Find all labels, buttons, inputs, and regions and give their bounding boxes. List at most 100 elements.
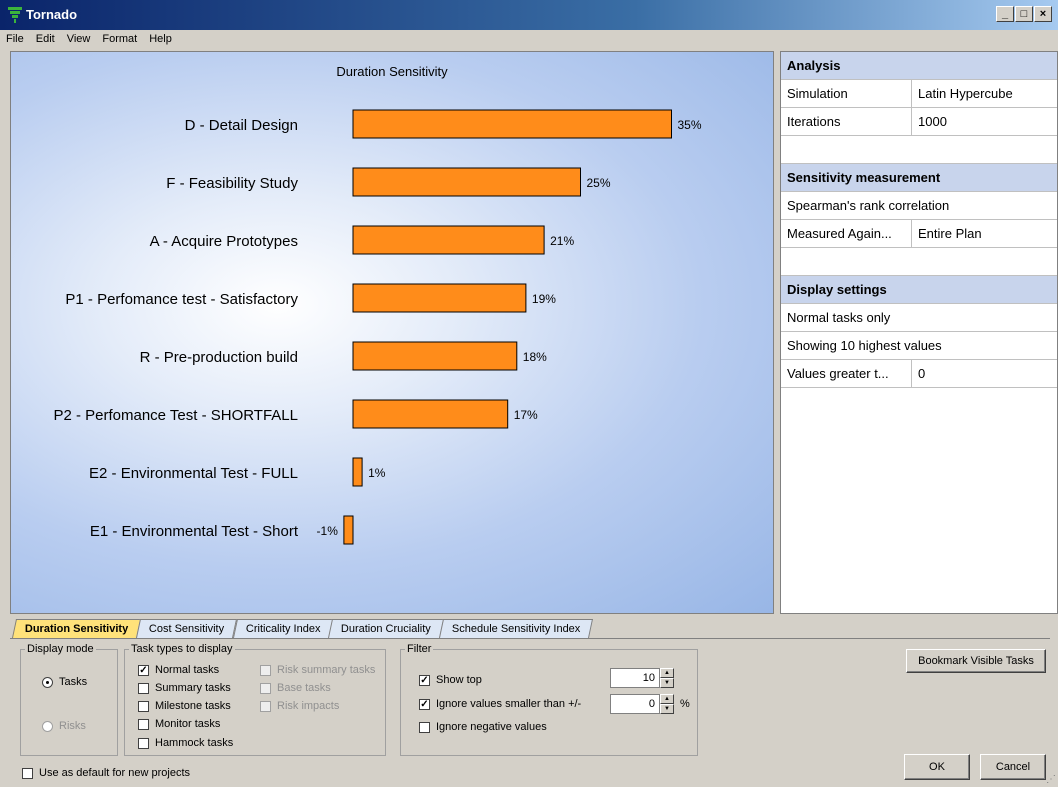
bar[interactable]	[352, 399, 509, 429]
values-greater-value[interactable]: 0	[912, 360, 925, 387]
tab-divider	[10, 638, 1050, 639]
tab-label: Duration Sensitivity	[24, 623, 129, 635]
value-label: 17%	[514, 408, 538, 422]
tab-duration-cruciality[interactable]: Duration Cruciality	[328, 619, 444, 638]
use-as-default-checkbox[interactable]: Use as default for new projects	[22, 767, 190, 779]
display-line-row: Showing 10 highest values	[781, 332, 1057, 360]
risks-radio-label: Risks	[59, 720, 86, 732]
category-label: P2 - Perfomance Test - SHORTFALL	[53, 407, 298, 424]
base-tasks-label: Base tasks	[277, 682, 331, 694]
risk-impacts-checkbox[interactable]: Risk impacts	[260, 700, 339, 712]
use-as-default-label: Use as default for new projects	[39, 767, 191, 779]
spin-down-icon[interactable]: ▼	[660, 678, 674, 688]
maximize-button[interactable]: □	[1015, 6, 1033, 22]
bar[interactable]	[352, 283, 527, 313]
display-mode-group: Display mode	[20, 643, 118, 756]
tasks-radio-label: Tasks	[59, 676, 88, 688]
percent-text: %	[680, 698, 690, 710]
resize-grip-icon[interactable]: ⋰	[1046, 774, 1056, 785]
menu-view[interactable]: View	[61, 30, 97, 45]
menu-format[interactable]: Format	[96, 30, 143, 45]
ignore-smaller-checkbox[interactable]: ✓ Ignore values smaller than +/-	[419, 698, 581, 710]
ok-button[interactable]: OK	[904, 754, 970, 780]
menu-edit[interactable]: Edit	[30, 30, 61, 45]
value-label: 18%	[523, 350, 547, 364]
values-greater-label: Values greater t...	[781, 360, 912, 387]
measured-against-row: Measured Again... Entire Plan	[781, 220, 1057, 248]
measured-against-value[interactable]: Entire Plan	[912, 220, 982, 247]
summary-tasks-label: Summary tasks	[155, 682, 231, 694]
normal-tasks-checkbox[interactable]: ✓ Normal tasks	[138, 664, 219, 676]
display-line: Normal tasks only	[787, 310, 891, 325]
bookmark-visible-tasks-button[interactable]: Bookmark Visible Tasks	[906, 649, 1046, 673]
category-label: E2 - Environmental Test - FULL	[89, 465, 298, 482]
base-tasks-checkbox[interactable]: Base tasks	[260, 682, 331, 694]
risk-summary-tasks-label: Risk summary tasks	[277, 664, 376, 676]
spin-down-icon[interactable]: ▼	[660, 704, 674, 714]
normal-tasks-label: Normal tasks	[155, 664, 220, 676]
category-label: P1 - Perfomance test - Satisfactory	[65, 291, 298, 308]
iterations-label: Iterations	[781, 108, 912, 135]
show-top-stepper[interactable]: ▲▼	[610, 668, 674, 688]
tab-strip: Duration Sensitivity Cost Sensitivity Cr…	[11, 619, 594, 639]
tab-criticality-index[interactable]: Criticality Index	[232, 619, 334, 638]
close-button[interactable]: ×	[1034, 6, 1052, 22]
show-top-checkbox[interactable]: ✓ Show top	[419, 674, 482, 686]
ignore-negative-label: Ignore negative values	[436, 721, 547, 733]
risks-radio[interactable]: Risks	[42, 720, 86, 732]
tab-schedule-sensitivity-index[interactable]: Schedule Sensitivity Index	[438, 619, 594, 638]
tab-duration-sensitivity[interactable]: Duration Sensitivity	[11, 619, 142, 638]
analysis-header: Analysis	[781, 52, 1057, 80]
display-line-row: Normal tasks only	[781, 304, 1057, 332]
bar[interactable]	[352, 109, 672, 139]
menu-file[interactable]: File	[0, 30, 30, 45]
minimize-button[interactable]: _	[996, 6, 1014, 22]
checkbox-disabled-icon	[260, 700, 271, 712]
tornado-app-icon	[8, 7, 22, 23]
simulation-label: Simulation	[781, 80, 912, 107]
window-title: Tornado	[26, 7, 78, 22]
properties-panel: Analysis Simulation Latin Hypercube Iter…	[780, 51, 1058, 614]
simulation-value[interactable]: Latin Hypercube	[912, 80, 1013, 107]
bar[interactable]	[352, 341, 518, 371]
tab-cost-sensitivity[interactable]: Cost Sensitivity	[136, 619, 238, 638]
checkbox-unchecked-icon	[138, 737, 149, 749]
hammock-tasks-checkbox[interactable]: Hammock tasks	[138, 737, 233, 749]
hammock-tasks-label: Hammock tasks	[155, 737, 234, 749]
ignore-smaller-stepper[interactable]: ▲▼	[610, 694, 674, 714]
iterations-row: Iterations 1000	[781, 108, 1057, 136]
value-label: 25%	[587, 176, 611, 190]
menu-help[interactable]: Help	[143, 30, 178, 45]
ignore-negative-checkbox[interactable]: Ignore negative values	[419, 721, 547, 733]
bar[interactable]	[352, 457, 363, 487]
bar[interactable]	[343, 515, 354, 545]
spin-up-icon[interactable]: ▲	[660, 668, 674, 678]
risk-impacts-label: Risk impacts	[277, 700, 340, 712]
milestone-tasks-checkbox[interactable]: Milestone tasks	[138, 700, 231, 712]
bar[interactable]	[352, 225, 545, 255]
monitor-tasks-checkbox[interactable]: Monitor tasks	[138, 718, 220, 730]
show-top-input[interactable]	[610, 668, 660, 688]
title-bar: Tornado _ □ ×	[0, 0, 1058, 30]
tasks-radio[interactable]: Tasks	[42, 676, 87, 688]
checkbox-unchecked-icon	[138, 700, 149, 712]
spacer	[781, 248, 1057, 276]
tab-label: Duration Cruciality	[340, 623, 431, 635]
category-label: R - Pre-production build	[140, 349, 298, 366]
iterations-value[interactable]: 1000	[912, 108, 947, 135]
ignore-smaller-input[interactable]	[610, 694, 660, 714]
tornado-chart: Duration Sensitivity D - Detail Design 35%…	[10, 51, 774, 614]
value-label: 35%	[678, 118, 702, 132]
monitor-tasks-label: Monitor tasks	[155, 718, 221, 730]
category-label: E1 - Environmental Test - Short	[90, 523, 299, 540]
milestone-tasks-label: Milestone tasks	[155, 700, 231, 712]
checkbox-unchecked-icon	[138, 718, 149, 730]
risk-summary-tasks-checkbox[interactable]: Risk summary tasks	[260, 664, 375, 676]
spin-up-icon[interactable]: ▲	[660, 694, 674, 704]
bar[interactable]	[352, 167, 581, 197]
display-mode-legend: Display mode	[27, 643, 94, 655]
summary-tasks-checkbox[interactable]: Summary tasks	[138, 682, 231, 694]
sensitivity-method[interactable]: Spearman's rank correlation	[781, 192, 949, 219]
cancel-button[interactable]: Cancel	[980, 754, 1046, 780]
checkbox-checked-icon: ✓	[419, 698, 430, 710]
